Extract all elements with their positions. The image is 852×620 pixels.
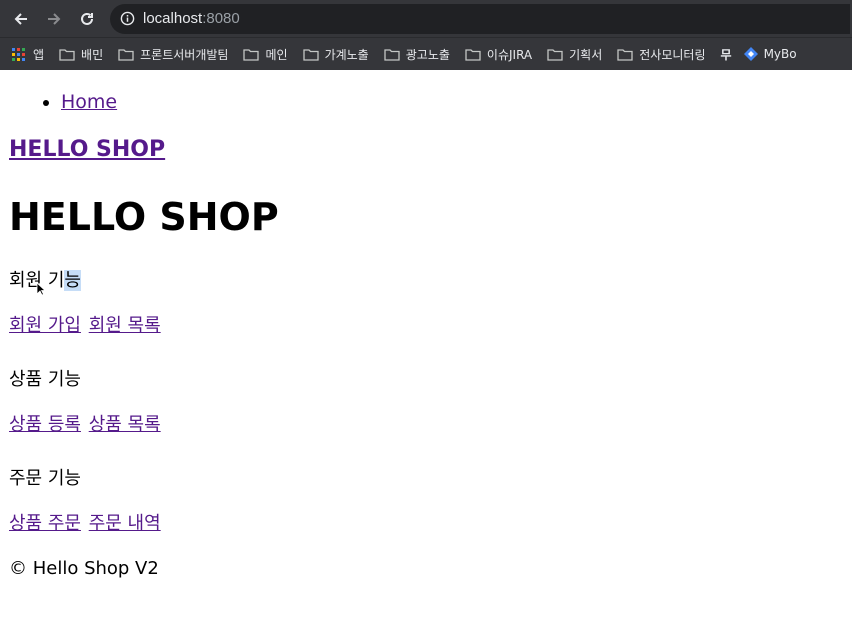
forward-button[interactable]	[43, 8, 65, 30]
bookmark-label: 배민	[81, 47, 104, 62]
item-register-link[interactable]: 상품 등록	[9, 414, 81, 435]
back-button[interactable]	[10, 8, 32, 30]
diamond-icon	[743, 47, 758, 61]
bookmark-label: 전사모니터링	[639, 47, 706, 62]
folder-icon	[617, 48, 633, 61]
order-create-link[interactable]: 상품 주문	[9, 513, 81, 534]
url-host: localhost	[143, 10, 203, 27]
browser-toolbar: localhost:8080	[0, 0, 852, 37]
bookmark-label: 가계노출	[324, 47, 369, 62]
section-label-item: 상품 기능	[9, 369, 81, 390]
reload-icon	[81, 12, 93, 25]
arrow-left-icon	[14, 12, 27, 25]
member-join-link[interactable]: 회원 가입	[9, 315, 81, 336]
order-links: 상품 주문 주문 내역	[9, 511, 852, 537]
reload-button[interactable]	[76, 8, 98, 30]
bookmark-folder[interactable]: 메인	[243, 46, 288, 63]
selected-text: 능	[64, 270, 81, 291]
site-title-link[interactable]: HELLO SHOP	[9, 136, 165, 164]
item-list-link[interactable]: 상품 목록	[89, 414, 161, 435]
bookmark-folder[interactable]: 전사모니터링	[617, 46, 706, 63]
item-links: 상품 등록 상품 목록	[9, 412, 852, 438]
mouse-cursor-icon	[36, 282, 46, 296]
folder-icon	[384, 48, 400, 61]
folder-icon	[243, 48, 260, 61]
bookmark-label: 앱	[33, 47, 45, 62]
bookmark-folder[interactable]: 배민	[59, 46, 103, 63]
nav-list: Home	[9, 88, 852, 116]
bookmark-folder[interactable]: 기획서	[547, 46, 602, 63]
bookmark-label: 광고노출	[405, 47, 450, 62]
bookmark-site[interactable]: MyBo	[743, 47, 797, 61]
arrow-right-icon	[48, 12, 61, 25]
url-port: :8080	[202, 10, 240, 27]
bookmark-site[interactable]: 무	[721, 46, 732, 63]
section-label-member: 회원 기능	[9, 268, 852, 294]
bookmarks-bar: 앱 배민 프론트서버개발팀 메인 가계노출 광고노출 이슈JIRA 기획서 전사…	[0, 37, 852, 70]
bookmark-label: 메인	[265, 47, 288, 62]
home-link[interactable]: Home	[61, 91, 117, 113]
folder-icon	[59, 48, 75, 61]
member-list-link[interactable]: 회원 목록	[89, 315, 161, 336]
page-title: HELLO SHOP	[9, 195, 279, 239]
nav-item-home: Home	[61, 88, 852, 116]
info-icon[interactable]	[120, 11, 135, 26]
bookmark-label: 이슈JIRA	[486, 47, 533, 62]
bookmark-folder[interactable]: 가계노출	[302, 46, 369, 63]
member-links: 회원 가입 회원 목록	[9, 313, 852, 339]
bookmark-label: 무	[720, 47, 732, 62]
apps-grid-icon	[12, 47, 25, 61]
address-bar[interactable]: localhost:8080	[110, 3, 850, 34]
folder-icon	[465, 48, 481, 61]
bookmark-apps[interactable]: 앱	[12, 46, 44, 63]
bookmark-label: 프론트서버개발팀	[140, 47, 229, 62]
bookmark-folder[interactable]: 프론트서버개발팀	[118, 46, 228, 63]
folder-icon	[302, 48, 319, 61]
page-content: Home HELLO SHOP HELLO SHOP 회원 기능 회원 가입 회…	[0, 88, 852, 582]
bookmark-folder[interactable]: 광고노출	[384, 46, 450, 63]
footer-text: © Hello Shop V2	[9, 558, 159, 579]
folder-icon	[118, 48, 134, 61]
folder-icon	[547, 48, 563, 61]
order-history-link[interactable]: 주문 내역	[89, 513, 161, 534]
section-label-order: 주문 기능	[9, 468, 81, 489]
bookmark-label: MyBo	[763, 47, 797, 61]
bookmark-label: 기획서	[569, 47, 603, 62]
bookmark-folder[interactable]: 이슈JIRA	[465, 46, 532, 63]
